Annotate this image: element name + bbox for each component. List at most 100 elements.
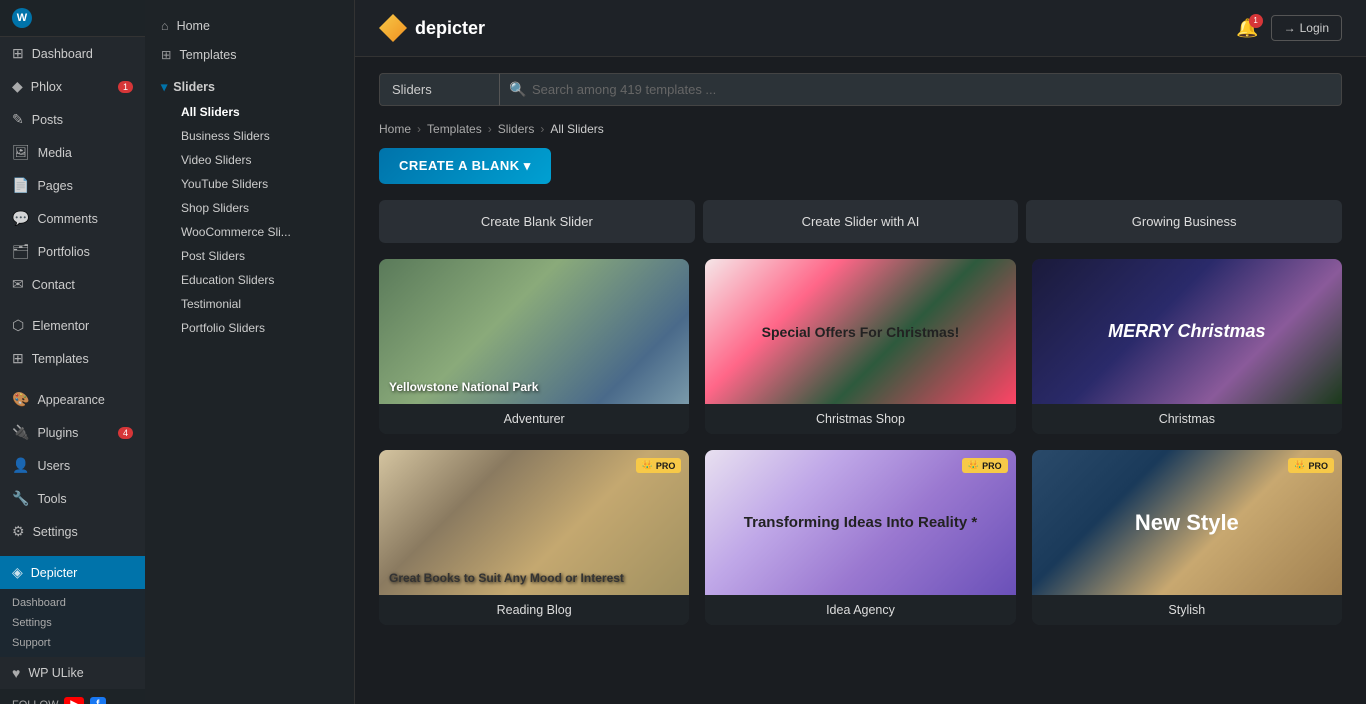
sliders-label: Sliders <box>173 80 215 94</box>
sliders-section-header[interactable]: ▾ Sliders <box>145 73 354 100</box>
inner-business-sliders[interactable]: Business Sliders <box>145 124 354 148</box>
breadcrumb-sliders[interactable]: Sliders <box>498 122 535 136</box>
search-type-dropdown[interactable]: Sliders Sections Pages <box>379 73 499 106</box>
depicter-support-sub[interactable]: Support <box>0 633 145 653</box>
wpulike-icon: ♥ <box>12 665 20 681</box>
inner-education-sliders[interactable]: Education Sliders <box>145 268 354 292</box>
sidebar-item-templates[interactable]: ⊞ Templates <box>0 342 145 375</box>
inner-home[interactable]: ⌂ Home <box>145 12 354 40</box>
logo-text: depicter <box>415 18 485 39</box>
sidebar-item-label: Comments <box>37 212 97 226</box>
depicter-settings-sub[interactable]: Settings <box>0 613 145 633</box>
sliders-chevron-icon: ▾ <box>161 79 167 94</box>
login-button[interactable]: → Login <box>1271 15 1342 41</box>
sliders-section: ▾ Sliders All Sliders Business Sliders V… <box>145 69 354 344</box>
breadcrumb-templates[interactable]: Templates <box>427 122 482 136</box>
sidebar-item-contact[interactable]: ✉ Contact <box>0 268 145 301</box>
inner-menu-label: Home <box>177 19 210 33</box>
search-input[interactable] <box>499 73 1342 106</box>
christmas-thumb-text: MERRY Christmas <box>1032 259 1342 404</box>
sidebar-item-portfolios[interactable]: 🗂 Portfolios <box>0 235 145 268</box>
breadcrumb-sep1: › <box>417 122 421 136</box>
sidebar-item-posts[interactable]: ✎ Posts <box>0 103 145 136</box>
follow-bar: FOLLOW ▶ f <box>0 689 145 704</box>
inner-video-sliders[interactable]: Video Sliders <box>145 148 354 172</box>
template-card-reading-blog[interactable]: PRO Great Books to Suit Any Mood or Inte… <box>379 450 689 625</box>
growing-business-btn[interactable]: Growing Business <box>1026 200 1342 243</box>
sidebar-item-tools[interactable]: 🔧 Tools <box>0 482 145 515</box>
sidebar-item-elementor[interactable]: ⬡ Elementor <box>0 309 145 342</box>
templates-icon: ⊞ <box>12 350 24 367</box>
depicter-logo: depicter <box>379 14 485 42</box>
media-icon: 🖼 <box>12 144 30 161</box>
template-card-christmas-shop[interactable]: Special Offers For Christmas! Christmas … <box>705 259 1015 434</box>
sidebar-item-appearance[interactable]: 🎨 Appearance <box>0 383 145 416</box>
sidebar-item-label: Contact <box>32 278 75 292</box>
template-grid: Yellowstone National Park Adventurer Spe… <box>355 259 1366 649</box>
create-blank-slider-btn[interactable]: Create Blank Slider <box>379 200 695 243</box>
breadcrumb-home[interactable]: Home <box>379 122 411 136</box>
sidebar-item-depicter[interactable]: ◈ Depicter <box>0 556 145 589</box>
inner-woocommerce-sliders[interactable]: WooCommerce Sli... <box>145 220 354 244</box>
inner-shop-sliders[interactable]: Shop Sliders <box>145 196 354 220</box>
inner-testimonial[interactable]: Testimonial <box>145 292 354 316</box>
template-label-christmas-shop: Christmas Shop <box>705 404 1015 434</box>
users-icon: 👤 <box>12 457 29 474</box>
comments-icon: 💬 <box>12 210 29 227</box>
sidebar-item-wpulike[interactable]: ♥ WP ULike <box>0 657 145 689</box>
sidebar-item-dashboard[interactable]: ⊞ Dashboard <box>0 37 145 70</box>
stylish-thumb-text: New Style <box>1032 450 1342 595</box>
inner-all-sliders[interactable]: All Sliders <box>145 100 354 124</box>
templates-icon2: ⊞ <box>161 47 171 62</box>
sidebar-item-label: Tools <box>37 492 66 506</box>
template-thumb-stylish: PRO New Style <box>1032 450 1342 595</box>
sidebar-item-label: Elementor <box>32 319 89 333</box>
home-icon: ⌂ <box>161 19 169 33</box>
main-area: ⌂ Home ⊞ Templates ▾ Sliders All Sliders… <box>145 0 1366 704</box>
search-wrapper: 🔍 <box>499 73 1342 106</box>
template-card-idea-agency[interactable]: PRO Transforming Ideas Into Reality * Id… <box>705 450 1015 625</box>
template-label-adventurer: Adventurer <box>379 404 689 434</box>
sidebar-item-label: WP ULike <box>28 666 83 680</box>
template-card-stylish[interactable]: PRO New Style Stylish <box>1032 450 1342 625</box>
create-blank-button[interactable]: CREATE A BLANK ▾ <box>379 148 551 184</box>
sidebar-item-label: Portfolios <box>38 245 90 259</box>
follow-youtube-button[interactable]: ▶ <box>64 697 84 704</box>
sidebar-item-label: Appearance <box>37 393 104 407</box>
depicter-header: depicter 🔔 1 → Login <box>355 0 1366 57</box>
search-icon: 🔍 <box>509 81 526 98</box>
inner-youtube-sliders[interactable]: YouTube Sliders <box>145 172 354 196</box>
inner-templates[interactable]: ⊞ Templates <box>145 40 354 69</box>
sidebar-item-media[interactable]: 🖼 Media <box>0 136 145 169</box>
depicter-submenu: Dashboard Settings Support <box>0 589 145 657</box>
sidebar-item-phlox[interactable]: ◆ Phlox 1 <box>0 70 145 103</box>
inner-post-sliders[interactable]: Post Sliders <box>145 244 354 268</box>
posts-icon: ✎ <box>12 111 24 128</box>
inner-menu-label: Templates <box>179 48 236 62</box>
tools-icon: 🔧 <box>12 490 29 507</box>
sidebar-item-label: Pages <box>37 179 72 193</box>
portfolios-icon: 🗂 <box>12 243 30 260</box>
logo-diamond-icon <box>379 14 407 42</box>
sidebar-item-comments[interactable]: 💬 Comments <box>0 202 145 235</box>
idea-thumb-text: Transforming Ideas Into Reality * <box>705 450 1015 595</box>
wp-admin-sidebar: W ⊞ Dashboard ◆ Phlox 1 ✎ Posts 🖼 Media … <box>0 0 145 704</box>
sidebar-item-pages[interactable]: 📄 Pages <box>0 169 145 202</box>
sidebar-item-settings[interactable]: ⚙ Settings <box>0 515 145 548</box>
template-card-adventurer[interactable]: Yellowstone National Park Adventurer <box>379 259 689 434</box>
depicter-dashboard-sub[interactable]: Dashboard <box>0 593 145 613</box>
pages-icon: 📄 <box>12 177 29 194</box>
breadcrumb-current: All Sliders <box>550 122 603 136</box>
notifications-button[interactable]: 🔔 1 <box>1236 18 1258 39</box>
login-icon: → <box>1284 21 1296 35</box>
template-card-christmas[interactable]: MERRY Christmas Christmas <box>1032 259 1342 434</box>
sidebar-item-plugins[interactable]: 🔌 Plugins 4 <box>0 416 145 449</box>
template-label-stylish: Stylish <box>1032 595 1342 625</box>
template-thumb-adventurer: Yellowstone National Park <box>379 259 689 404</box>
sidebar-item-users[interactable]: 👤 Users <box>0 449 145 482</box>
follow-label: FOLLOW <box>12 699 58 704</box>
inner-portfolio-sliders[interactable]: Portfolio Sliders <box>145 316 354 340</box>
inner-sidebar: ⌂ Home ⊞ Templates ▾ Sliders All Sliders… <box>145 0 355 704</box>
follow-facebook-button[interactable]: f <box>90 697 105 704</box>
create-ai-slider-btn[interactable]: Create Slider with AI <box>703 200 1019 243</box>
